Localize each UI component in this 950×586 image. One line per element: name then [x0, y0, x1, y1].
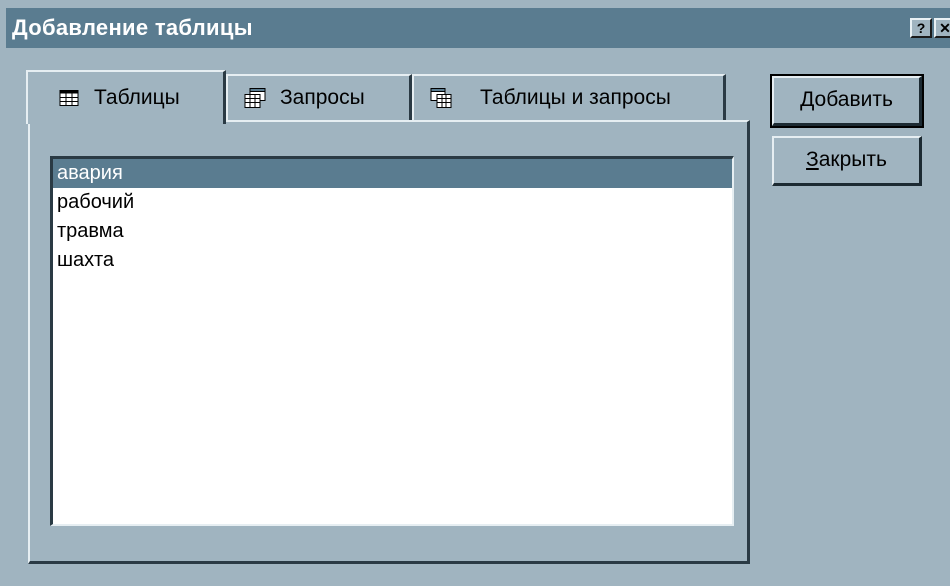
add-table-dialog: Добавление таблицы ? ✕ Запросы Таблицы и… [0, 0, 950, 586]
list-item[interactable]: рабочий [53, 188, 732, 217]
close-button[interactable]: Закрыть [772, 136, 922, 186]
table-list[interactable]: авария рабочий травма шахта [50, 156, 734, 526]
tables-and-queries-icon [430, 88, 452, 108]
title-bar[interactable]: Добавление таблицы ? ✕ [6, 8, 950, 48]
tab-tables[interactable]: Таблицы [26, 70, 226, 124]
tab-queries[interactable]: Запросы [226, 74, 412, 120]
tab-label-tables-and-queries: Таблицы и запросы [480, 86, 671, 109]
help-icon: ? [916, 20, 926, 36]
add-button-label: обавить [814, 88, 893, 111]
window-title: Добавление таблицы [12, 15, 253, 40]
help-button[interactable]: ? [910, 18, 932, 38]
query-icon [244, 88, 266, 108]
add-button[interactable]: Добавить [770, 74, 924, 128]
tab-tables-and-queries[interactable]: Таблицы и запросы [412, 74, 726, 120]
add-button-mnemonic: Д [800, 88, 815, 111]
list-item[interactable]: травма [53, 217, 732, 246]
list-item[interactable]: авария [53, 159, 732, 188]
tab-label-tables: Таблицы [94, 86, 180, 109]
close-window-button[interactable]: ✕ [934, 18, 950, 38]
close-icon: ✕ [939, 20, 950, 36]
tab-label-queries: Запросы [280, 86, 365, 109]
close-button-label: акрыть [818, 148, 887, 171]
list-item[interactable]: шахта [53, 246, 732, 275]
table-icon [58, 88, 80, 108]
close-button-mnemonic: З [806, 148, 819, 171]
